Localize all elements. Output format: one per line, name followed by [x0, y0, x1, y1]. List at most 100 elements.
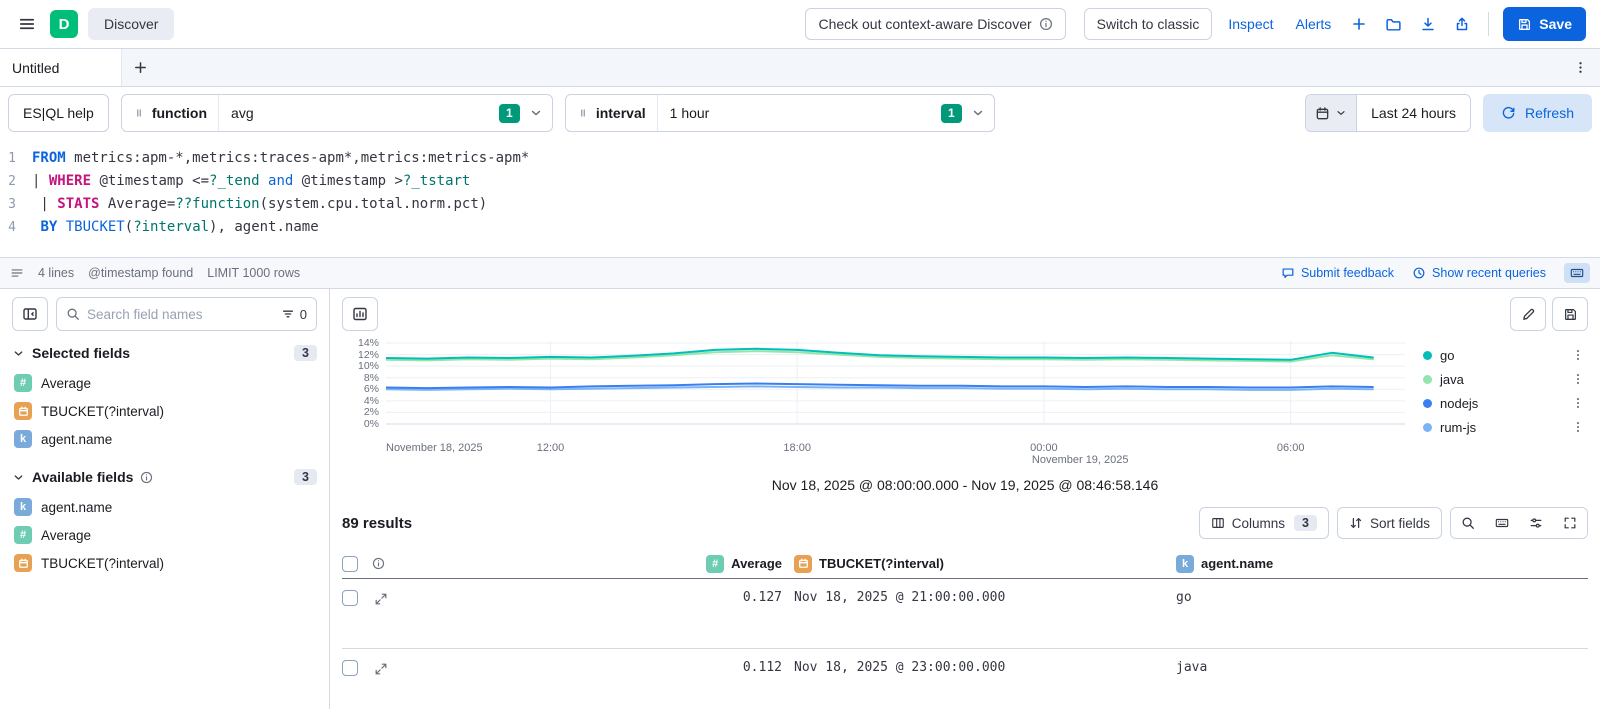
tab-options-kebab-icon[interactable] [1560, 49, 1600, 86]
project-logo-badge[interactable]: D [50, 10, 78, 38]
field-search-input[interactable] [87, 307, 274, 322]
recent-queries-link[interactable]: Show recent queries [1412, 266, 1546, 280]
date-picker-calendar-button[interactable] [1306, 95, 1357, 131]
keyboard-shortcuts-icon[interactable] [1564, 263, 1590, 283]
topbar-divider [1488, 12, 1489, 36]
tab-untitled[interactable]: Untitled [0, 49, 122, 86]
field-section-header[interactable]: Available fields3 [12, 469, 317, 485]
add-tab-icon[interactable] [122, 49, 158, 86]
inspect-link[interactable]: Inspect [1222, 16, 1279, 32]
code-line[interactable]: 1FROM metrics:apm-*,metrics:traces-apm*,… [0, 147, 1600, 170]
table-row[interactable]: 0.127Nov 18, 2025 @ 21:00:00.000go [342, 579, 1588, 649]
code-line[interactable]: 3 | STATS Average=??function(system.cpu.… [0, 193, 1600, 216]
download-icon[interactable] [1416, 12, 1440, 36]
column-header-agent-name[interactable]: kagent.name [1176, 555, 1588, 573]
function-control[interactable]: function avg 1 [121, 94, 553, 132]
discover-app-button[interactable]: Discover [88, 8, 174, 40]
field-section-header[interactable]: Selected fields3 [12, 345, 317, 361]
row-checkbox[interactable] [342, 590, 358, 606]
legend-kebab-icon[interactable] [1569, 394, 1587, 412]
esql-editor[interactable]: 1FROM metrics:apm-*,metrics:traces-apm*,… [0, 139, 1600, 257]
expand-row-icon[interactable] [372, 660, 390, 678]
chart-options-icon[interactable] [342, 297, 378, 331]
legend-item[interactable]: nodejs [1423, 391, 1587, 415]
legend-kebab-icon[interactable] [1569, 370, 1587, 388]
field-filter-control[interactable]: 0 [281, 307, 307, 322]
number-field-icon: # [14, 374, 32, 392]
grid-search-icon[interactable] [1451, 508, 1485, 538]
x-axis-sublabel: November 19, 2025 [1032, 454, 1129, 466]
editor-status-right: Submit feedback Show recent queries [1281, 263, 1590, 283]
cell-average: 0.112 [406, 660, 782, 675]
calendar-icon [1315, 106, 1330, 121]
grid-keyboard-icon[interactable] [1485, 508, 1519, 538]
esql-help-button[interactable]: ES|QL help [8, 94, 109, 132]
refresh-button[interactable]: Refresh [1483, 94, 1592, 132]
field-item[interactable]: #Average [12, 521, 317, 549]
open-folder-icon[interactable] [1381, 12, 1406, 37]
table-row[interactable]: 0.112Nov 18, 2025 @ 23:00:00.000java [342, 649, 1588, 709]
switch-to-classic-button[interactable]: Switch to classic [1084, 8, 1213, 40]
column-header-tbucket[interactable]: TBUCKET(?interval) [782, 555, 1176, 573]
chart-y-axis: 0%2%4%6%8%10%12%14% [342, 337, 386, 432]
tabbar-spacer [158, 49, 1560, 86]
save-visualization-icon[interactable] [1552, 297, 1588, 331]
results-table: #Average TBUCKET(?interval) kagent.name 0.1… [342, 549, 1588, 709]
grid-fullscreen-icon[interactable] [1553, 508, 1587, 538]
cell-agent-name: go [1176, 590, 1588, 605]
field-item[interactable]: #Average [12, 369, 317, 397]
date-field-icon [14, 402, 32, 420]
field-item[interactable]: TBUCKET(?interval) [12, 549, 317, 577]
edit-visualization-icon[interactable] [1510, 297, 1546, 331]
main-menu-icon[interactable] [14, 11, 40, 37]
interval-control[interactable]: interval 1 hour 1 [565, 94, 995, 132]
chevron-down-icon[interactable] [12, 347, 25, 360]
interval-usage-badge: 1 [941, 104, 962, 123]
expand-row-icon[interactable] [372, 590, 390, 608]
row-checkbox[interactable] [342, 660, 358, 676]
cell-tbucket: Nov 18, 2025 @ 23:00:00.000 [782, 660, 1176, 675]
sort-fields-button[interactable]: Sort fields [1337, 507, 1442, 539]
chart-legend: go javanodejsrum-js [1405, 337, 1587, 439]
legend-kebab-icon[interactable] [1569, 346, 1587, 364]
time-range-button[interactable]: Last 24 hours [1357, 95, 1470, 131]
code-line[interactable]: 2| WHERE @timestamp <=?_tend and @timest… [0, 170, 1600, 193]
legend-item[interactable]: go [1423, 343, 1587, 367]
field-item[interactable]: TBUCKET(?interval) [12, 397, 317, 425]
histogram-chart: 0%2%4%6%8%10%12%14% go javanodejsrum-js [342, 337, 1588, 439]
control-column-header[interactable] [372, 557, 406, 570]
context-aware-discover-button[interactable]: Check out context-aware Discover [805, 8, 1065, 40]
discover-app: D Discover Check out context-aware Disco… [0, 0, 1600, 709]
code-line[interactable]: 4 BY TBUCKET(?interval), agent.name [0, 216, 1600, 239]
tab-label: Untitled [12, 60, 59, 76]
clock-icon [1412, 266, 1426, 280]
function-usage-badge: 1 [499, 104, 520, 123]
chevron-down-icon[interactable] [12, 471, 25, 484]
alerts-link[interactable]: Alerts [1290, 16, 1338, 32]
chevron-down-icon[interactable] [529, 106, 543, 120]
legend-kebab-icon[interactable] [1569, 418, 1587, 436]
interval-control-prepend: interval [566, 95, 658, 131]
field-item[interactable]: kagent.name [12, 425, 317, 453]
legend-label: go [1440, 348, 1454, 363]
legend-color-dot [1423, 423, 1432, 432]
new-session-icon[interactable] [1347, 12, 1371, 36]
columns-button[interactable]: Columns 3 [1199, 507, 1329, 539]
chevron-down-icon[interactable] [971, 106, 985, 120]
code-text: BY TBUCKET(?interval), agent.name [32, 216, 319, 239]
column-header-average[interactable]: #Average [406, 555, 782, 573]
legend-color-dot [1423, 351, 1432, 360]
grid-display-options-icon[interactable] [1519, 508, 1553, 538]
chart-plot-area[interactable] [386, 337, 1405, 432]
column-header-label: TBUCKET(?interval) [819, 556, 944, 571]
y-axis-label: 6% [364, 383, 379, 395]
select-all-checkbox[interactable] [342, 556, 358, 572]
field-name: agent.name [41, 500, 112, 515]
collapse-sidebar-icon[interactable] [12, 297, 48, 331]
legend-item[interactable]: rum-js [1423, 415, 1587, 439]
field-item[interactable]: kagent.name [12, 493, 317, 521]
share-icon[interactable] [1450, 12, 1474, 36]
save-button[interactable]: Save [1503, 7, 1586, 41]
legend-item[interactable]: java [1423, 367, 1587, 391]
submit-feedback-link[interactable]: Submit feedback [1281, 266, 1394, 280]
